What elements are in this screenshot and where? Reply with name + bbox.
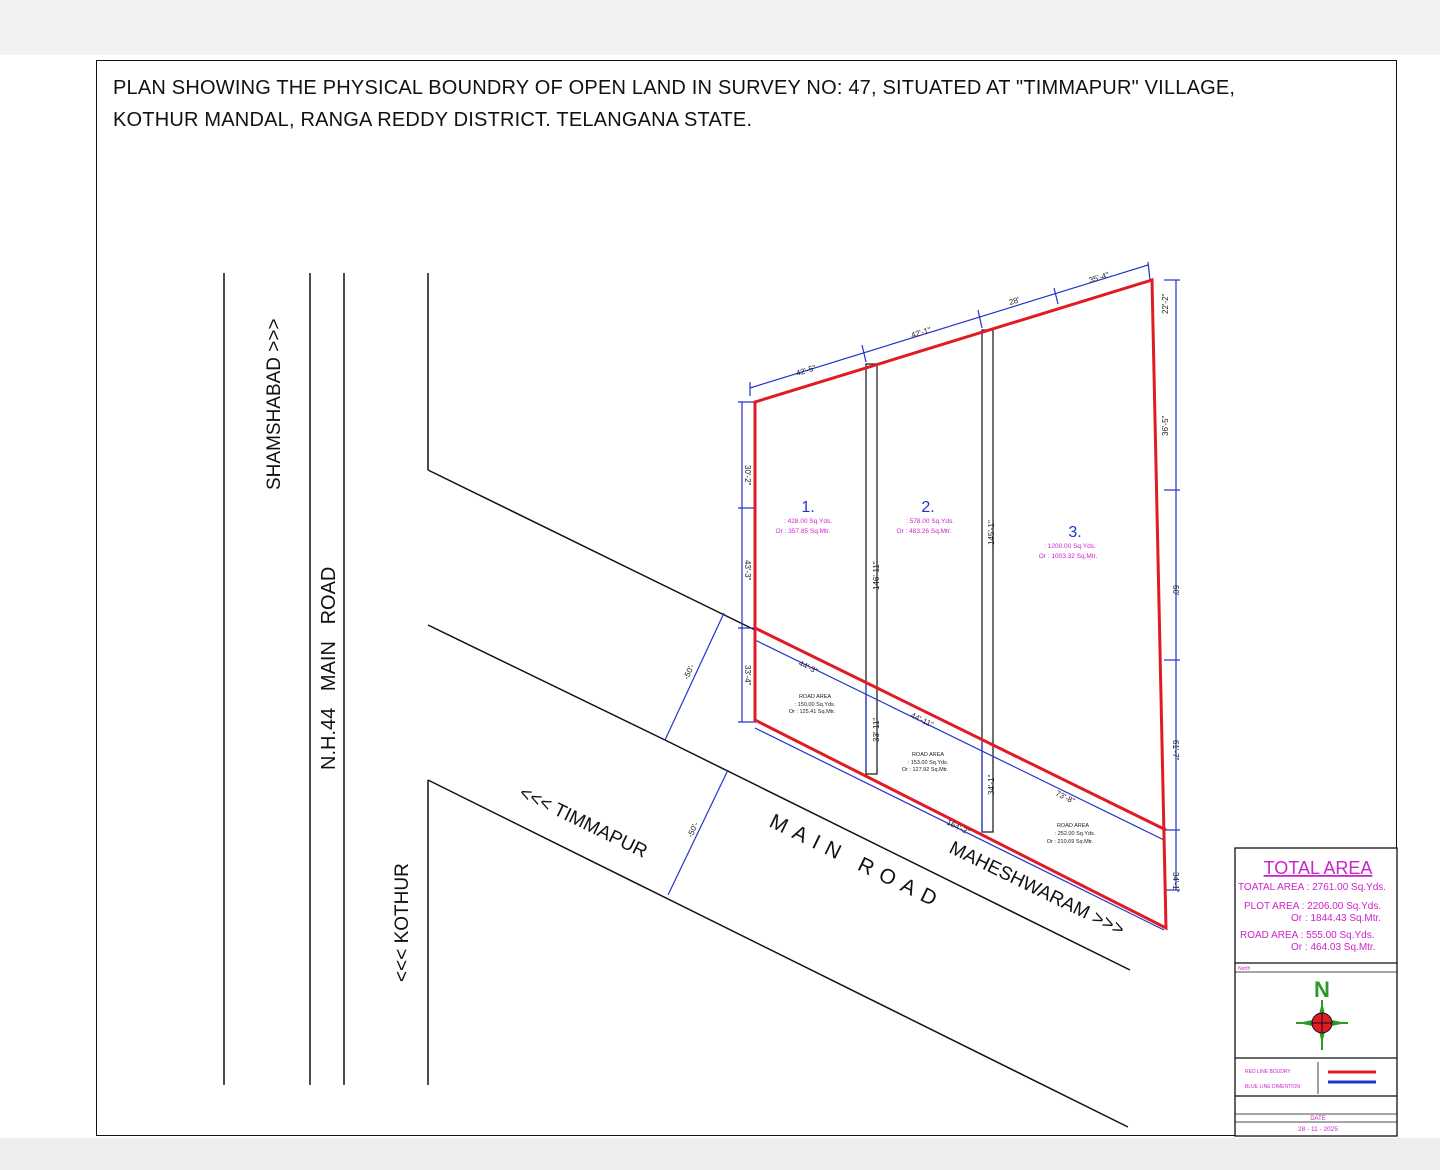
- road-area-1-sqm: Or : 125.41 Sq.Mtr.: [789, 709, 836, 715]
- plot-3-sqyds: : 1200.00 Sq.Yds.: [1044, 543, 1096, 550]
- dim-right-5: 34'-1": [1171, 872, 1180, 893]
- dim-front-1: 44'-3": [797, 659, 819, 676]
- plot-1-sqm: Or : 357.85 Sq.Mtr.: [776, 528, 831, 535]
- plot-3-label: 3. : 1200.00 Sq.Yds. Or : 1003.32 Sq.Mtr…: [1039, 524, 1098, 560]
- road-area-3-sqm: Or : 210.69 Sq.Mtr.: [1047, 839, 1094, 845]
- site-plan-drawing: SHAMSHABAD >>> N.H.44 MAIN ROAD <<< KOTH…: [223, 261, 1398, 1137]
- plot-2-number: 2.: [921, 499, 934, 516]
- plot-1-label: 1. : 428.00 Sq.Yds. Or : 357.85 Sq.Mtr.: [776, 499, 833, 535]
- dim-right-1: 22'-2": [1161, 293, 1170, 314]
- maheshwaram-label: MAHESHWARAM >>>: [946, 838, 1128, 941]
- dim-top-1: 42'-5": [795, 363, 817, 378]
- road-area-2-sqyds: : 153.00 Sq.Yds.: [908, 760, 949, 766]
- summary-plot: PLOT AREA : 2206.00 Sq.Yds.: [1244, 901, 1381, 912]
- kothur-label: <<< KOTHUR: [392, 863, 413, 982]
- plot-2-sqm: Or : 483.26 Sq.Mtr.: [897, 528, 952, 535]
- main-road-label: MAIN ROAD: [766, 810, 948, 914]
- dim-right-4: 61'-7": [1171, 740, 1180, 761]
- summary-heading: TOTAL AREA: [1264, 858, 1373, 878]
- road-area-3-sqyds: : 252.00 Sq.Yds.: [1055, 831, 1096, 837]
- dim-divider-2b: 34'-1": [987, 774, 996, 795]
- dim-road-width-2: -50'-: [686, 820, 701, 838]
- dim-top-4: 35'-4": [1088, 270, 1110, 285]
- dim-left-2: 43'-3": [743, 560, 752, 581]
- plot-1-number: 1.: [801, 499, 814, 516]
- road-area-1-title: ROAD AREA: [799, 694, 831, 700]
- plot-1-sqyds: : 428.00 Sq.Yds.: [784, 518, 832, 525]
- dimension-lines: [664, 261, 1180, 931]
- shamshabad-label: SHAMSHABAD >>>: [264, 318, 285, 490]
- dim-front-3: 73'-8": [1054, 789, 1076, 806]
- plot-3-number: 3.: [1068, 524, 1081, 541]
- summary-total: TOATAL AREA : 2761.00 Sq.Yds.: [1238, 882, 1386, 893]
- road-area-2-label: ROAD AREA : 153.00 Sq.Yds. Or : 127.92 S…: [902, 752, 949, 773]
- road-area-3-title: ROAD AREA: [1057, 823, 1089, 829]
- road-area-3-label: ROAD AREA : 252.00 Sq.Yds. Or : 210.69 S…: [1047, 823, 1096, 845]
- north-letter: N: [1314, 977, 1330, 1002]
- road-area-2-title: ROAD AREA: [912, 752, 944, 758]
- dim-right-2: 36'-5": [1161, 415, 1170, 436]
- legend-red-label: RED LINE BOUDRY: [1245, 1069, 1291, 1075]
- legend-blue-label: BLUE LINE DIMENTION: [1245, 1084, 1300, 1090]
- dim-divider-2: 145'-1": [987, 520, 996, 545]
- nh44-label: N.H.44 MAIN ROAD: [318, 567, 340, 770]
- summary-road: ROAD AREA : 555.00 Sq.Yds.: [1240, 930, 1375, 941]
- road-area-1-label: ROAD AREA : 150.00 Sq.Yds. Or : 125.41 S…: [789, 694, 836, 715]
- summary-plot-or: Or : 1844.43 Sq.Mtr.: [1291, 913, 1381, 924]
- date-value: 28 - 11 - 2025: [1298, 1126, 1338, 1133]
- timmapur-label: <<< TIMMAPUR: [516, 783, 651, 863]
- dim-right-3: 60': [1171, 585, 1180, 596]
- road-area-2-sqm: Or : 127.92 Sq.Mtr.: [902, 767, 949, 773]
- plot-2-sqyds: : 578.00 Sq.Yds.: [906, 518, 954, 525]
- dim-front-total: 164'-2": [945, 818, 971, 837]
- date-label: DATE: [1310, 1116, 1326, 1122]
- dim-divider-1b: 33'-11": [872, 718, 881, 742]
- plot-2-label: 2. : 578.00 Sq.Yds. Or : 483.26 Sq.Mtr.: [897, 499, 955, 535]
- north-caption: North: [1238, 966, 1250, 972]
- plot-3-sqm: Or : 1003.32 Sq.Mtr.: [1039, 553, 1098, 560]
- dim-top-2: 42'-1": [910, 325, 932, 340]
- dim-left-1: 30'-2": [743, 465, 752, 486]
- area-summary-box: TOTAL AREA TOATAL AREA : 2761.00 Sq.Yds.…: [1234, 847, 1398, 1137]
- road-area-1-sqyds: : 150.00 Sq.Yds.: [795, 702, 836, 708]
- summary-road-or: Or : 464.03 Sq.Mtr.: [1291, 942, 1375, 953]
- dim-divider-1: 146'-11": [872, 561, 881, 590]
- dim-left-3: 33'-4": [743, 665, 752, 686]
